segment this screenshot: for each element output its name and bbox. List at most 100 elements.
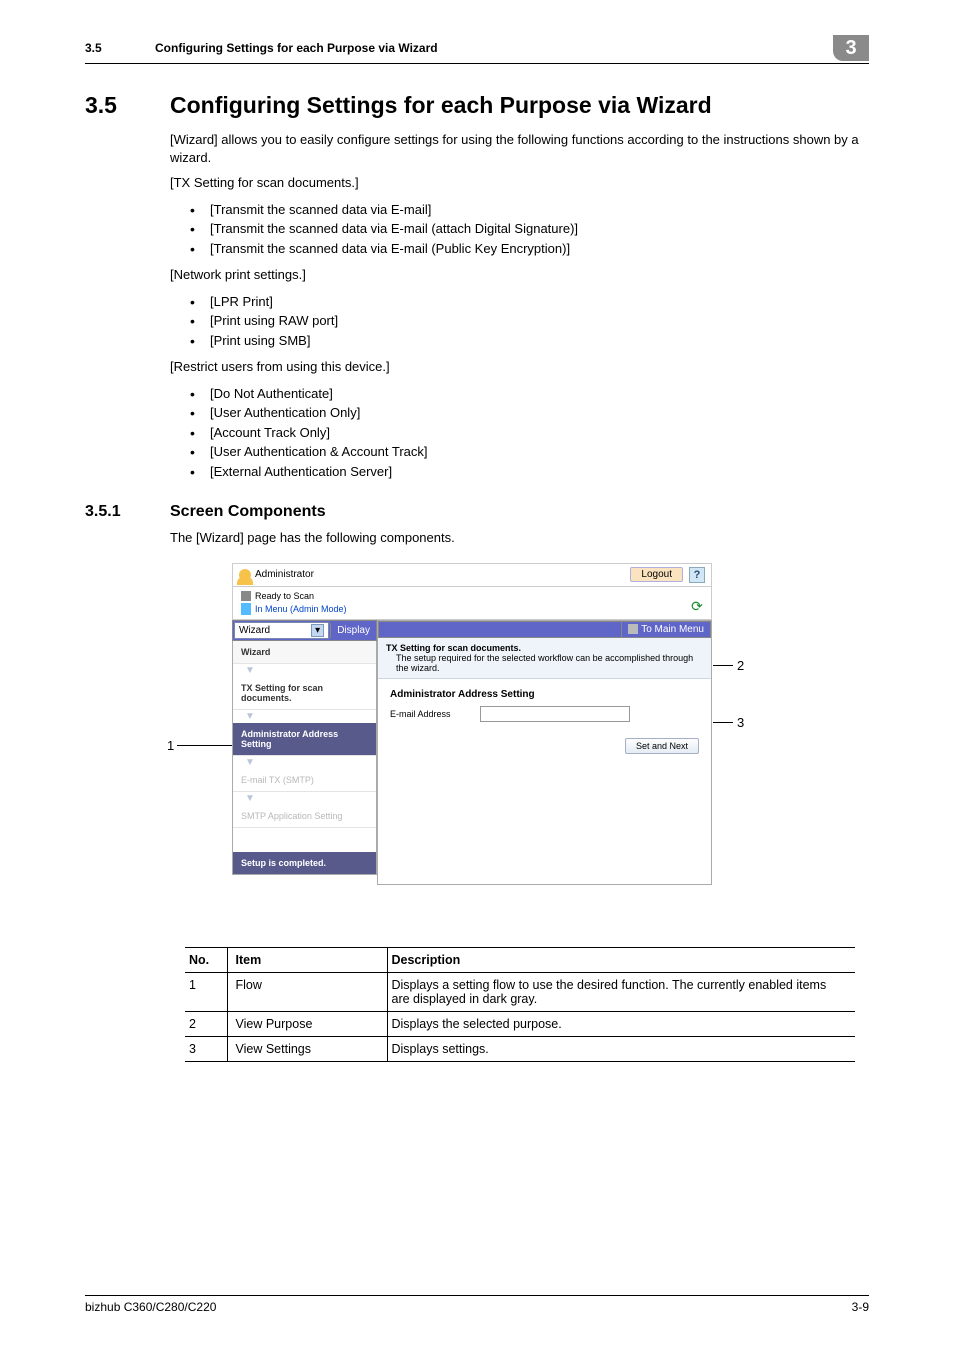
menu-mode-text: In Menu (Admin Mode) [255,604,347,614]
flow-arrow-icon: ▼ [233,710,376,723]
email-address-row: E-mail Address [390,706,699,722]
callout-line [713,665,733,666]
list-item: [Account Track Only] [170,423,869,443]
cell-no: 1 [185,972,227,1011]
banner-title: TX Setting for scan documents. [386,643,703,653]
subsection-heading-title: Screen Components [170,503,326,521]
group3-label: [Restrict users from using this device.] [170,358,869,376]
wizard-left-column: Wizard ▾ Display Wizard ▼ TX Setting for… [232,620,377,885]
page-footer: bizhub C360/C280/C220 3-9 [85,1295,869,1314]
intro-paragraph: [Wizard] allows you to easily configure … [170,131,869,166]
flow-step-tx-setting[interactable]: TX Setting for scan documents. [233,677,376,710]
flow-arrow-icon: ▼ [233,664,376,677]
cell-item: View Settings [227,1036,387,1061]
settings-group-title: Administrator Address Setting [390,689,699,700]
banner-subtitle: The setup required for the selected work… [386,653,703,673]
admin-label-text: Administrator [255,569,314,580]
flow-step-email-tx: E-mail TX (SMTP) [233,769,376,792]
list-item: [User Authentication Only] [170,403,869,423]
flow-step-admin-address[interactable]: Administrator Address Setting [233,723,376,756]
table-row: 2 View Purpose Displays the selected pur… [185,1011,855,1036]
wizard-statusbar: Ready to Scan In Menu (Admin Mode) ⟳ [232,587,712,620]
th-desc: Description [387,947,855,972]
subsection-paragraph: The [Wizard] page has the following comp… [170,529,869,547]
callout-line [177,745,232,746]
wizard-purpose-banner: TX Setting for scan documents. The setup… [378,638,711,679]
group3-list: [Do Not Authenticate] [User Authenticati… [170,384,869,482]
wizard-right-bar: To Main Menu [378,621,711,638]
subsection-heading-number: 3.5.1 [85,503,170,521]
status-ready: Ready to Scan [241,591,705,601]
group2-label: [Network print settings.] [170,266,869,284]
set-and-next-button[interactable]: Set and Next [625,738,699,754]
to-main-menu-button[interactable]: To Main Menu [621,622,710,637]
flow-header: Wizard [233,641,376,664]
status-menu-mode: In Menu (Admin Mode) [241,603,705,615]
wizard-right-column: To Main Menu TX Setting for scan documen… [377,620,712,885]
subsection-heading: 3.5.1 Screen Components [85,503,869,521]
wizard-screenshot-figure: 1 2 3 Administrator Logout ? Ready to Sc… [177,563,777,933]
cell-no: 3 [185,1036,227,1061]
footer-product: bizhub C360/C280/C220 [85,1300,216,1314]
list-item: [Print using SMB] [170,331,869,351]
list-item: [External Authentication Server] [170,462,869,482]
cell-no: 2 [185,1011,227,1036]
section-heading-title: Configuring Settings for each Purpose vi… [170,92,712,119]
list-item: [Do Not Authenticate] [170,384,869,404]
callout-line [713,722,733,723]
section-heading-number: 3.5 [85,92,170,119]
list-item: [User Authentication & Account Track] [170,442,869,462]
help-button[interactable]: ? [689,567,705,583]
footer-page-number: 3-9 [852,1300,869,1314]
callout-1: 1 [167,738,174,753]
main-menu-icon [628,624,638,634]
chevron-down-icon: ▾ [311,624,324,637]
list-item: [LPR Print] [170,292,869,312]
table-row: 1 Flow Displays a setting flow to use th… [185,972,855,1011]
flow-step-smtp-app: SMTP Application Setting [233,805,376,828]
cell-item: Flow [227,972,387,1011]
document-icon [241,603,251,615]
group1-list: [Transmit the scanned data via E-mail] [… [170,200,869,259]
cell-desc: Displays a setting flow to use the desir… [387,972,855,1011]
email-address-input[interactable] [480,706,630,722]
section-heading: 3.5 Configuring Settings for each Purpos… [85,92,869,119]
chapter-number-box: 3 [833,35,869,61]
logout-button[interactable]: Logout [630,567,683,582]
list-item: [Transmit the scanned data via E-mail (a… [170,219,869,239]
th-item: Item [227,947,387,972]
wizard-topbar: Administrator Logout ? [232,563,712,587]
wizard-screenshot: Administrator Logout ? Ready to Scan In … [232,563,712,885]
ready-text: Ready to Scan [255,591,314,601]
header-section-number: 3.5 [85,41,155,55]
email-address-label: E-mail Address [390,709,470,719]
components-table: No. Item Description 1 Flow Displays a s… [185,947,855,1062]
wizard-dropdown-value: Wizard [239,625,270,636]
wizard-dropdown[interactable]: Wizard ▾ [234,622,329,639]
admin-label: Administrator [239,569,314,581]
group1-label: [TX Setting for scan documents.] [170,174,869,192]
flow-step-setup-completed: Setup is completed. [233,852,376,874]
wizard-settings-body: Administrator Address Setting E-mail Add… [378,679,711,884]
flow-arrow-icon: ▼ [233,792,376,805]
list-item: [Transmit the scanned data via E-mail] [170,200,869,220]
printer-icon [241,591,251,601]
to-main-menu-label: To Main Menu [641,624,704,635]
callout-2: 2 [737,658,744,673]
th-no: No. [185,947,227,972]
header-section-title: Configuring Settings for each Purpose vi… [155,41,833,55]
cell-desc: Displays settings. [387,1036,855,1061]
cell-item: View Purpose [227,1011,387,1036]
group2-list: [LPR Print] [Print using RAW port] [Prin… [170,292,869,351]
wizard-flow: Wizard ▼ TX Setting for scan documents. … [232,641,377,875]
callout-3: 3 [737,715,744,730]
list-item: [Print using RAW port] [170,311,869,331]
refresh-button[interactable]: ⟳ [689,599,705,615]
person-icon [239,569,251,581]
list-item: [Transmit the scanned data via E-mail (P… [170,239,869,259]
cell-desc: Displays the selected purpose. [387,1011,855,1036]
table-row: 3 View Settings Displays settings. [185,1036,855,1061]
flow-arrow-icon: ▼ [233,756,376,769]
running-header: 3.5 Configuring Settings for each Purpos… [85,35,869,64]
display-button[interactable]: Display [330,623,376,638]
